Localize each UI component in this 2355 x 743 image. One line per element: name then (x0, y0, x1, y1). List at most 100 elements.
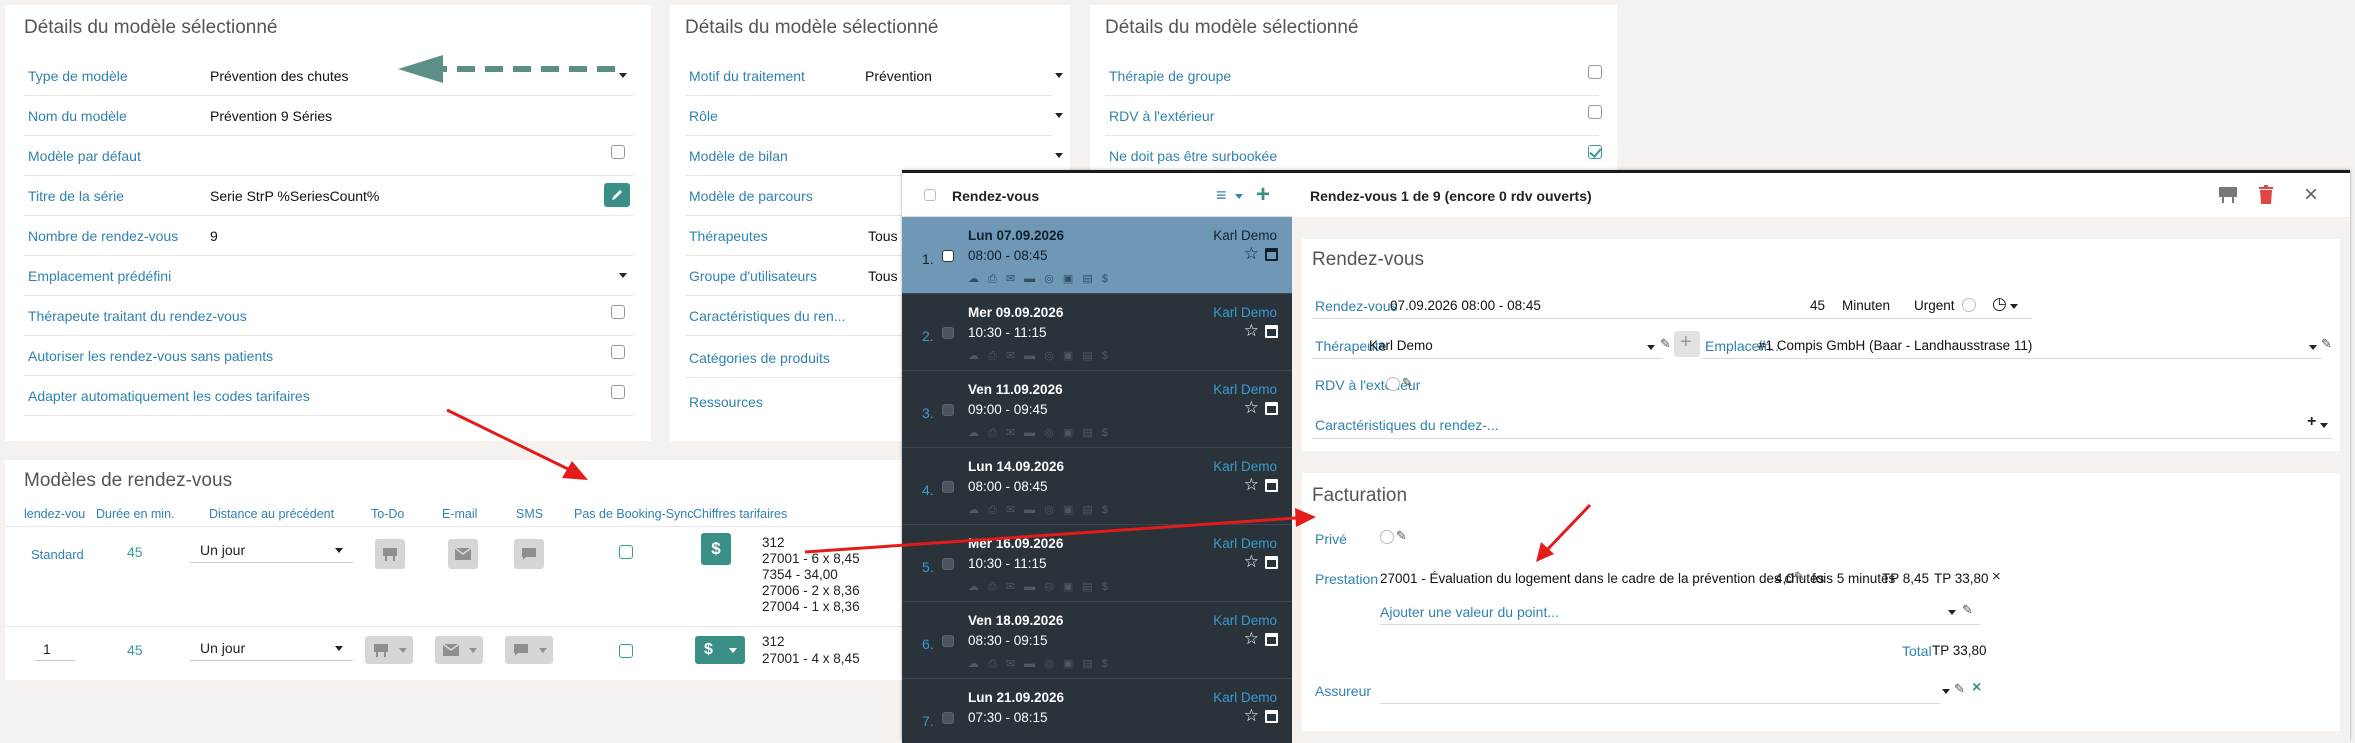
calendar-icon[interactable] (1265, 325, 1278, 338)
item-checkbox[interactable] (942, 250, 954, 262)
row-treatment-reason[interactable]: Motif du traitement Prévention (685, 56, 1063, 96)
therapist-select[interactable]: Karl Demo (1369, 338, 1433, 353)
board-icon[interactable] (2218, 186, 2238, 204)
duration-input[interactable]: 45 (1810, 298, 1825, 313)
calendar-icon[interactable] (1265, 248, 1278, 261)
chevron-down-icon[interactable] (1055, 73, 1063, 78)
sms-button[interactable] (514, 539, 544, 569)
trash-icon[interactable] (2258, 185, 2274, 204)
appointment-count-input[interactable]: 9 (210, 228, 218, 244)
pencil-icon[interactable]: ✎ (1954, 681, 1965, 697)
treatment-reason-select[interactable]: Prévention (865, 68, 932, 84)
row-group-therapy[interactable]: Thérapie de groupe (1105, 56, 1602, 96)
row-auto-tariff[interactable]: Adapter automatiquement les codes tarifa… (24, 376, 633, 416)
pencil-icon[interactable]: ✎ (2321, 336, 2332, 352)
email-dropdown-button[interactable] (435, 636, 483, 664)
select-all-checkbox[interactable] (924, 189, 936, 201)
default-model-checkbox[interactable] (611, 145, 625, 159)
item-checkbox[interactable] (942, 712, 954, 724)
external-appointment-checkbox[interactable] (1588, 105, 1602, 119)
chevron-down-icon[interactable] (1235, 194, 1243, 199)
star-icon[interactable]: ☆ (1244, 629, 1259, 649)
plus-icon[interactable]: + (2307, 413, 2316, 431)
todo-dropdown-button[interactable] (365, 636, 413, 664)
model-type-select[interactable]: Prévention des chutes (210, 68, 349, 84)
template-name[interactable]: Standard (31, 547, 84, 562)
location-select[interactable]: #1 Compis GmbH (Baar - Landhausstrase 11… (1758, 338, 2032, 353)
pencil-icon[interactable]: ✎ (1660, 336, 1671, 352)
menu-icon[interactable]: ≡ (1216, 186, 1227, 204)
star-icon[interactable]: ☆ (1244, 475, 1259, 495)
list-item[interactable]: 7. Lun 21.09.2026 07:30 - 08:15 Karl Dem… (902, 679, 1292, 743)
item-checkbox[interactable] (942, 558, 954, 570)
row-model-type[interactable]: Type de modèle Prévention des chutes (24, 56, 633, 96)
appointment-datetime[interactable]: 07.09.2026 08:00 - 08:45 (1390, 298, 1541, 313)
row-treating-therapist[interactable]: Thérapeute traitant du rendez-vous (24, 296, 633, 336)
row-series-title[interactable]: Titre de la série Serie StrP %SeriesCoun… (24, 176, 633, 216)
treating-therapist-checkbox[interactable] (611, 305, 625, 319)
chevron-down-icon[interactable] (1647, 345, 1655, 350)
group-therapy-checkbox[interactable] (1588, 65, 1602, 79)
chevron-down-icon[interactable] (2010, 304, 2018, 309)
chevron-down-icon[interactable] (1942, 689, 1950, 694)
tariff-dropdown-button[interactable]: $ (695, 636, 745, 664)
list-item[interactable]: 5. Mer 16.09.2026 10:30 - 11:15 Karl Dem… (902, 525, 1292, 602)
template-name-input[interactable]: 1 (35, 635, 75, 661)
calendar-icon[interactable] (1265, 633, 1278, 646)
private-checkbox[interactable] (1380, 530, 1394, 544)
star-icon[interactable]: ☆ (1244, 398, 1259, 418)
list-item[interactable]: 3. Ven 11.09.2026 09:00 - 09:45 Karl Dem… (902, 371, 1292, 448)
chevron-down-icon[interactable] (1055, 153, 1063, 158)
row-model-name[interactable]: Nom du modèle Prévention 9 Séries (24, 96, 633, 136)
row-role[interactable]: Rôle (685, 96, 1063, 136)
booking-sync-checkbox[interactable] (619, 644, 633, 658)
characteristics-link[interactable]: Caractéristiques du rendez-... (1315, 417, 1499, 433)
pencil-icon[interactable]: ✎ (1396, 528, 1407, 544)
close-icon[interactable]: × (2304, 181, 2318, 209)
item-checkbox[interactable] (942, 481, 954, 493)
external-checkbox[interactable] (1386, 377, 1400, 391)
sms-dropdown-button[interactable] (505, 636, 553, 664)
star-icon[interactable]: ☆ (1244, 321, 1259, 341)
email-button[interactable] (448, 539, 478, 569)
tariff-button[interactable]: $ (701, 533, 731, 565)
auto-tariff-checkbox[interactable] (611, 385, 625, 399)
allow-without-patients-checkbox[interactable] (611, 345, 625, 359)
therapists-select[interactable]: Tous (868, 228, 898, 244)
pencil-icon[interactable]: ✎ (1402, 375, 1413, 391)
list-item[interactable]: 4. Lun 14.09.2026 08:00 - 08:45 Karl Dem… (902, 448, 1292, 525)
add-icon[interactable]: + (1256, 181, 1270, 209)
pencil-icon[interactable]: ✎ (1962, 602, 1973, 618)
chevron-down-icon[interactable] (619, 273, 627, 278)
chevron-down-icon[interactable] (2320, 423, 2328, 428)
clear-icon[interactable]: × (1972, 679, 1981, 697)
no-overbooking-checkbox[interactable] (1588, 145, 1602, 159)
service-quantity[interactable]: 4,0 (1775, 571, 1794, 586)
duration-value[interactable]: 45 (127, 642, 143, 658)
series-title-input[interactable]: Serie StrP %SeriesCount% (210, 188, 379, 204)
todo-button[interactable] (375, 539, 405, 569)
star-icon[interactable]: ☆ (1244, 552, 1259, 572)
row-appointment-count[interactable]: Nombre de rendez-vous 9 (24, 216, 633, 256)
star-icon[interactable]: ☆ (1244, 244, 1259, 264)
row-predefined-location[interactable]: Emplacement prédéfini (24, 256, 633, 296)
chevron-down-icon[interactable] (1948, 610, 1956, 615)
remove-icon[interactable]: × (1992, 568, 2001, 585)
urgent-checkbox[interactable] (1962, 298, 1976, 312)
chevron-down-icon[interactable] (2309, 345, 2317, 350)
distance-select[interactable]: Un jour (190, 537, 353, 563)
add-point-value-link[interactable]: Ajouter une valeur du point... (1380, 604, 1559, 620)
list-item[interactable]: 2. Mer 09.09.2026 10:30 - 11:15 Karl Dem… (902, 294, 1292, 371)
item-checkbox[interactable] (942, 327, 954, 339)
service-value[interactable]: 27001 - Évaluation du logement dans le c… (1380, 571, 1824, 586)
clock-icon[interactable]: ◷ (1992, 294, 2007, 314)
list-item[interactable]: 1. Lun 07.09.2026 08:00 - 08:45 Karl Dem… (902, 217, 1292, 294)
list-item[interactable]: 6. Ven 18.09.2026 08:30 - 09:15 Karl Dem… (902, 602, 1292, 679)
add-therapist-button[interactable]: + (1674, 331, 1700, 357)
table-row[interactable]: 1 45 Un jour $ 312 27001 - 4 x 8,45 (5, 628, 905, 678)
item-checkbox[interactable] (942, 404, 954, 416)
model-name-input[interactable]: Prévention 9 Séries (210, 108, 332, 124)
calendar-icon[interactable] (1265, 479, 1278, 492)
calendar-icon[interactable] (1265, 556, 1278, 569)
duration-value[interactable]: 45 (127, 544, 143, 560)
